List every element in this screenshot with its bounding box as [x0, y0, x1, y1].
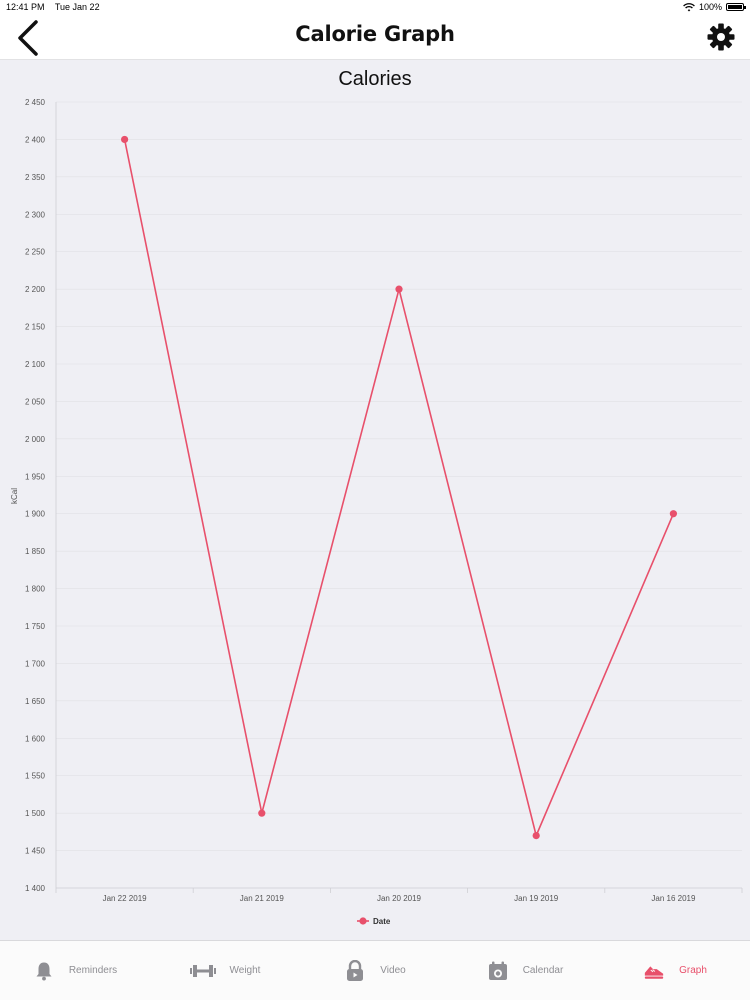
y-tick-label: 1 550	[25, 772, 46, 781]
tab-graph[interactable]: Graph	[600, 941, 750, 1000]
y-tick-label: 1 400	[25, 884, 46, 893]
x-tick-label: Jan 21 2019	[240, 894, 285, 903]
x-tick-label: Jan 16 2019	[651, 894, 696, 903]
y-tick-label: 1 800	[25, 585, 46, 594]
y-tick-label: 1 700	[25, 659, 46, 668]
dumbbell-icon	[189, 960, 216, 982]
x-tick-label: Jan 19 2019	[514, 894, 559, 903]
tab-label-calendar: Calendar	[522, 965, 564, 976]
y-tick-label: 2 000	[25, 435, 46, 444]
data-point	[532, 832, 540, 840]
y-tick-label: 2 100	[25, 360, 46, 369]
tab-reminders[interactable]: Reminders	[0, 941, 150, 1000]
data-point	[121, 135, 129, 144]
x-tick-label: Jan 20 2019	[377, 894, 422, 903]
series-line	[123, 139, 675, 839]
chart-title: Calories	[338, 68, 411, 90]
tab-weight[interactable]: Weight	[150, 941, 300, 1000]
y-tick-label: 2 150	[25, 323, 46, 332]
tab-label-graph: Graph	[679, 965, 707, 976]
tab-label-video: Video	[380, 965, 406, 976]
y-tick-label: 1 900	[25, 510, 46, 519]
page-title: Calorie Graph	[295, 22, 455, 46]
y-tick-label: 1 850	[25, 547, 46, 556]
data-point	[669, 510, 678, 518]
y-tick-label: 1 750	[25, 622, 46, 631]
y-tick-label: 1 600	[25, 734, 46, 743]
gear-icon	[707, 23, 735, 51]
status-bar: 12:41 PM Tue Jan 22 100%	[0, 0, 750, 16]
wifi-icon	[683, 2, 695, 11]
legend-marker	[359, 917, 367, 925]
y-tick-label: 1 500	[25, 809, 46, 818]
settings-button[interactable]	[706, 21, 736, 53]
status-date: Tue Jan 22	[54, 2, 100, 12]
y-tick-label: 1 650	[25, 697, 46, 706]
tab-label-weight: Weight	[229, 965, 261, 976]
chart-area: Calories kCal 2 450 2 400 2 350 2 300 2 250 2…	[0, 60, 750, 940]
y-tick-label: 2 400	[25, 135, 46, 144]
y-tick-label: 2 300	[25, 210, 46, 219]
battery-percent: 100%	[698, 2, 722, 12]
tab-label-reminders: Reminders	[68, 965, 118, 976]
running-shoe-icon	[643, 960, 665, 982]
data-point	[395, 285, 403, 293]
tab-bar: Reminders Weight Video Calendar Graph	[0, 940, 750, 1000]
calendar-icon	[487, 960, 509, 982]
y-tick-label: 1 450	[25, 847, 46, 856]
tab-calendar[interactable]: Calendar	[450, 941, 600, 1000]
battery-icon	[726, 3, 746, 11]
y-tick-label: 2 200	[25, 285, 46, 294]
x-tick-label: Jan 22 2019	[103, 894, 148, 903]
y-tick-label: 2 350	[25, 173, 46, 182]
video-lock-icon	[344, 959, 366, 982]
legend-label: Date	[373, 917, 391, 926]
y-axis-label: kCal	[10, 488, 19, 504]
tab-video[interactable]: Video	[300, 941, 450, 1000]
data-point	[258, 809, 266, 817]
status-time: 12:41 PM	[6, 2, 45, 12]
bell-icon	[33, 960, 55, 982]
y-tick-label: 2 250	[25, 248, 46, 257]
y-tick-label: 1 950	[25, 472, 46, 481]
calorie-line-chart: Calories kCal 2 450 2 400 2 350 2 300 2 250 2…	[10, 68, 743, 926]
navigation-bar: Calorie Graph	[0, 16, 750, 60]
y-tick-label: 2 450	[25, 98, 46, 107]
y-tick-label: 2 050	[25, 397, 46, 406]
